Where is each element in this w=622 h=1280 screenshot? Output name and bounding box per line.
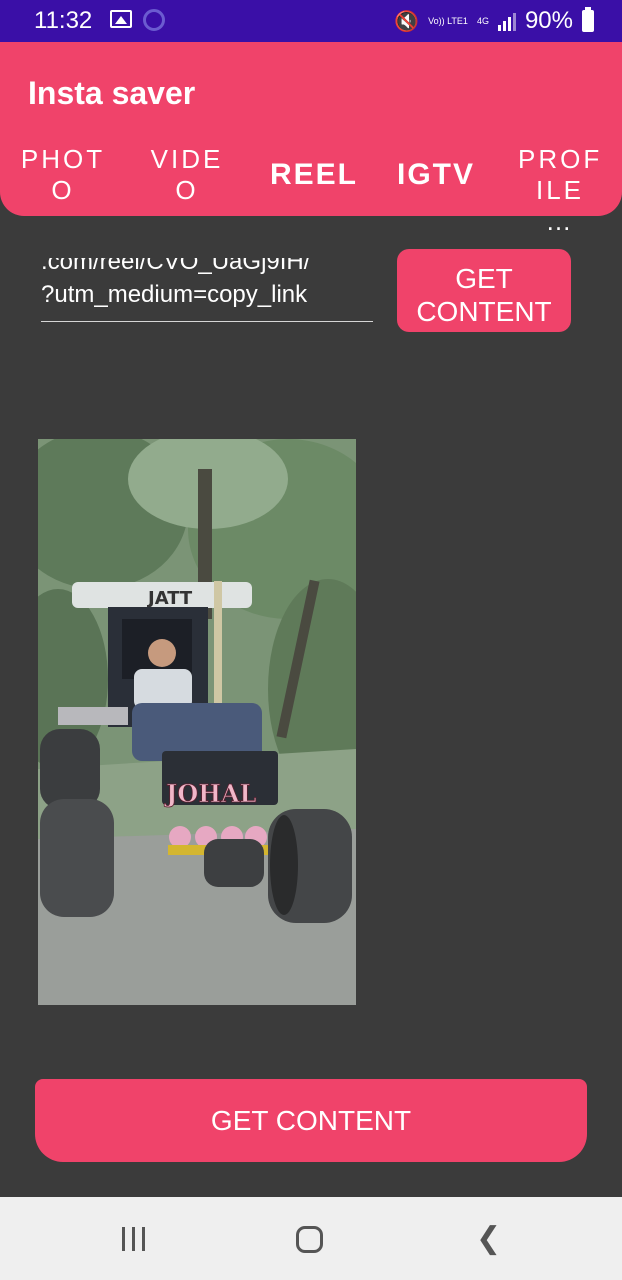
navigation-bar: ❮ bbox=[0, 1197, 622, 1280]
tab-igtv-label: IGTV bbox=[396, 158, 475, 191]
status-bar: 11:32 🔇 Vo)) LTE1 4G 90% bbox=[0, 0, 622, 42]
battery-percentage: 90% bbox=[524, 7, 573, 34]
reel-preview-image: JATT JOHAL bbox=[38, 439, 356, 1005]
back-icon[interactable]: ❮ bbox=[476, 1224, 501, 1254]
tab-reel[interactable]: REEL bbox=[270, 158, 359, 191]
home-icon[interactable] bbox=[296, 1226, 323, 1253]
tab-profile-label-line1: PROF bbox=[518, 144, 603, 174]
get-content-button-large[interactable]: GET CONTENT bbox=[35, 1079, 587, 1162]
tab-profile[interactable]: PROF ILE … bbox=[518, 144, 602, 237]
status-indicators: 🔇 Vo)) LTE1 4G 90% bbox=[394, 7, 594, 35]
tab-video[interactable]: VIDE O bbox=[150, 144, 224, 206]
tab-photo-label-line1: PHOT bbox=[20, 144, 106, 174]
app-notification-icon bbox=[143, 9, 165, 31]
tab-video-label-line1: VIDE bbox=[150, 144, 224, 174]
url-input[interactable]: .com/reel/CVO_UaGj9IH/ ?utm_medium=copy_… bbox=[41, 258, 373, 322]
tractor-roof-text: JATT bbox=[146, 588, 193, 609]
tractor-sign-text: JOHAL bbox=[164, 779, 257, 808]
get-content-small-label-line2: CONTENT bbox=[416, 296, 552, 327]
app-title: Insta saver bbox=[28, 75, 196, 111]
tab-photo-label-line2: O bbox=[51, 175, 75, 205]
url-text-line1: .com/reel/CVO_UaGj9IH/ bbox=[41, 258, 311, 275]
gallery-notification-icon bbox=[110, 10, 132, 28]
tab-profile-label-line2: ILE … bbox=[535, 175, 585, 236]
url-text-line2: ?utm_medium=copy_link bbox=[41, 281, 308, 308]
status-time: 11:32 bbox=[34, 7, 93, 34]
volte-indicator: Vo)) LTE1 bbox=[428, 16, 468, 26]
battery-icon bbox=[582, 7, 594, 32]
reel-preview-illustration: JATT JOHAL bbox=[38, 439, 356, 1005]
tab-igtv[interactable]: IGTV bbox=[396, 159, 476, 190]
get-content-button-small[interactable]: GET CONTENT bbox=[397, 249, 571, 332]
tab-photo[interactable]: PHOT O bbox=[20, 144, 106, 206]
recent-apps-icon[interactable] bbox=[122, 1227, 145, 1251]
mute-icon: 🔇 bbox=[394, 10, 420, 33]
network-type-indicator: 4G bbox=[476, 16, 489, 26]
get-content-small-label-line1: GET bbox=[455, 263, 513, 294]
app-header: Insta saver PHOT O VIDE O REEL IGTV PROF… bbox=[0, 42, 622, 236]
tab-video-label-line2: O bbox=[175, 175, 199, 205]
signal-strength-icon bbox=[497, 11, 516, 31]
tab-reel-label: REEL bbox=[270, 158, 359, 191]
